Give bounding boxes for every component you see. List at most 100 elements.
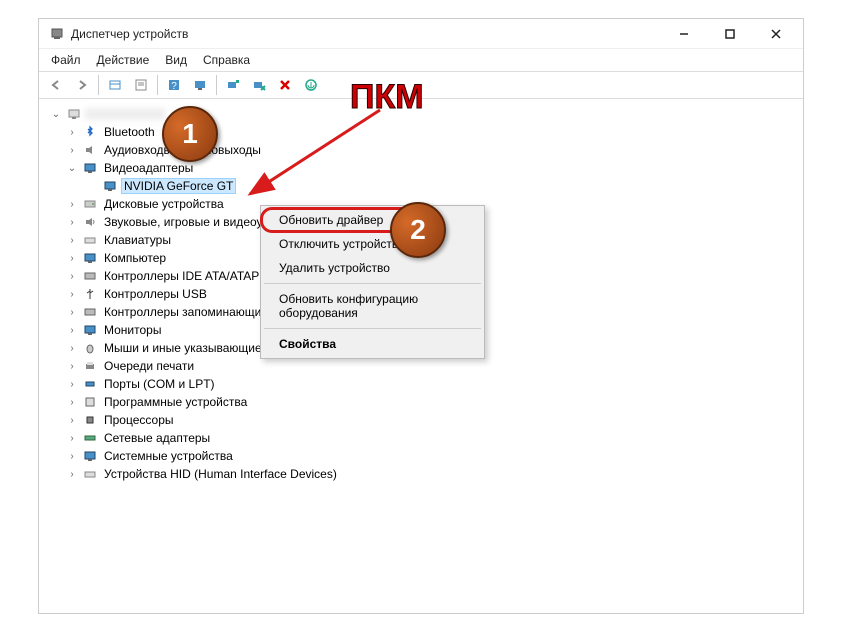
expand-icon[interactable]: › xyxy=(65,413,79,427)
update-driver-button[interactable] xyxy=(221,73,245,97)
ctx-disable-device[interactable]: Отключить устройство xyxy=(263,232,482,256)
tree-item-audio[interactable]: › Аудиовходы и аудиовыходы xyxy=(47,141,795,159)
svg-text:?: ? xyxy=(171,81,177,92)
scan-hardware-button[interactable] xyxy=(188,73,212,97)
tree-item-display-adapters[interactable]: ⌄ Видеоадаптеры xyxy=(47,159,795,177)
audio-icon xyxy=(82,142,98,158)
cpu-icon xyxy=(82,412,98,428)
maximize-button[interactable] xyxy=(707,19,753,49)
network-icon xyxy=(82,430,98,446)
window-title: Диспетчер устройств xyxy=(71,27,188,41)
mouse-icon xyxy=(82,340,98,356)
tree-item-label: Bluetooth xyxy=(101,124,158,140)
expand-icon[interactable]: › xyxy=(65,215,79,229)
software-icon xyxy=(82,394,98,410)
back-button[interactable] xyxy=(44,73,68,97)
tree-item-label: Сетевые адаптеры xyxy=(101,430,213,446)
close-button[interactable] xyxy=(753,19,799,49)
menu-action[interactable]: Действие xyxy=(89,51,158,69)
expand-icon[interactable]: › xyxy=(65,197,79,211)
tree-item-label: Устройства HID (Human Interface Devices) xyxy=(101,466,340,482)
show-hidden-button[interactable] xyxy=(103,73,127,97)
expand-icon[interactable]: › xyxy=(65,323,79,337)
tree-item-label: Контроллеры USB xyxy=(101,286,210,302)
tree-item-network[interactable]: › Сетевые адаптеры xyxy=(47,429,795,447)
system-icon xyxy=(82,448,98,464)
tree-item-label: Мониторы xyxy=(101,322,164,338)
hid-icon xyxy=(82,466,98,482)
minimize-button[interactable] xyxy=(661,19,707,49)
annotation-pkm-label: ПКМ xyxy=(350,78,424,117)
tree-root-label xyxy=(85,108,165,120)
tree-item-label: Клавиатуры xyxy=(101,232,174,248)
annotation-badge-2: 2 xyxy=(390,202,446,258)
display-adapter-icon xyxy=(82,160,98,176)
add-legacy-button[interactable] xyxy=(299,73,323,97)
help-button[interactable]: ? xyxy=(162,73,186,97)
display-adapter-icon xyxy=(102,178,118,194)
expand-icon[interactable]: › xyxy=(65,305,79,319)
tree-item-label: Программные устройства xyxy=(101,394,250,410)
expand-icon[interactable]: › xyxy=(65,449,79,463)
context-menu: Обновить драйвер Отключить устройство Уд… xyxy=(260,205,485,359)
tree-item-nvidia[interactable]: NVIDIA GeForce GT xyxy=(47,177,795,195)
ctx-update-driver[interactable]: Обновить драйвер xyxy=(263,208,482,232)
expand-icon[interactable]: › xyxy=(65,233,79,247)
menu-view[interactable]: Вид xyxy=(157,51,195,69)
tree-item-label: Очереди печати xyxy=(101,358,197,374)
bluetooth-icon xyxy=(82,124,98,140)
expand-icon[interactable]: › xyxy=(65,125,79,139)
tree-item-software[interactable]: › Программные устройства xyxy=(47,393,795,411)
tree-item-label: Контроллеры IDE ATA/ATAPI xyxy=(101,268,266,284)
printer-icon xyxy=(82,358,98,374)
tree-item-label: Процессоры xyxy=(101,412,177,428)
tree-item-bluetooth[interactable]: › Bluetooth xyxy=(47,123,795,141)
expand-icon[interactable]: › xyxy=(65,395,79,409)
menu-help[interactable]: Справка xyxy=(195,51,258,69)
expand-icon[interactable]: › xyxy=(65,467,79,481)
ctx-uninstall-device[interactable]: Удалить устройство xyxy=(263,256,482,280)
tree-item-ports[interactable]: › Порты (COM и LPT) xyxy=(47,375,795,393)
tree-item-system[interactable]: › Системные устройства xyxy=(47,447,795,465)
ctx-separator xyxy=(264,283,481,284)
expand-icon[interactable]: › xyxy=(65,341,79,355)
ctx-properties[interactable]: Свойства xyxy=(263,332,482,356)
tree-item-label: Системные устройства xyxy=(101,448,236,464)
ctx-scan-hardware[interactable]: Обновить конфигурацию оборудования xyxy=(263,287,482,325)
storage-icon xyxy=(82,304,98,320)
expand-icon[interactable]: › xyxy=(65,287,79,301)
disable-device-button[interactable] xyxy=(247,73,271,97)
expand-icon[interactable]: › xyxy=(65,377,79,391)
port-icon xyxy=(82,376,98,392)
computer-icon xyxy=(82,250,98,266)
computer-icon xyxy=(66,106,82,122)
disk-icon xyxy=(82,196,98,212)
expand-icon[interactable]: › xyxy=(65,269,79,283)
ctx-separator xyxy=(264,328,481,329)
forward-button[interactable] xyxy=(70,73,94,97)
expand-icon[interactable]: › xyxy=(65,143,79,157)
app-icon xyxy=(49,26,65,42)
uninstall-device-button[interactable] xyxy=(273,73,297,97)
properties-button[interactable] xyxy=(129,73,153,97)
controller-icon xyxy=(82,268,98,284)
status-bar xyxy=(39,591,803,613)
expand-icon[interactable]: ⌄ xyxy=(65,161,79,175)
tree-item-label: Видеоадаптеры xyxy=(101,160,196,176)
usb-icon xyxy=(82,286,98,302)
expand-icon[interactable]: › xyxy=(65,431,79,445)
tree-item-label: Дисковые устройства xyxy=(101,196,227,212)
tree-item-processors[interactable]: › Процессоры xyxy=(47,411,795,429)
keyboard-icon xyxy=(82,232,98,248)
tree-item-label: Порты (COM и LPT) xyxy=(101,376,218,392)
annotation-badge-1: 1 xyxy=(162,106,218,162)
menu-file[interactable]: Файл xyxy=(43,51,89,69)
tree-item-print[interactable]: › Очереди печати xyxy=(47,357,795,375)
sound-icon xyxy=(82,214,98,230)
expand-icon[interactable]: ⌄ xyxy=(49,107,63,121)
expand-icon[interactable]: › xyxy=(65,251,79,265)
tree-item-label-selected: NVIDIA GeForce GT xyxy=(121,178,236,194)
tree-item-label: Компьютер xyxy=(101,250,169,266)
tree-item-hid[interactable]: › Устройства HID (Human Interface Device… xyxy=(47,465,795,483)
expand-icon[interactable]: › xyxy=(65,359,79,373)
